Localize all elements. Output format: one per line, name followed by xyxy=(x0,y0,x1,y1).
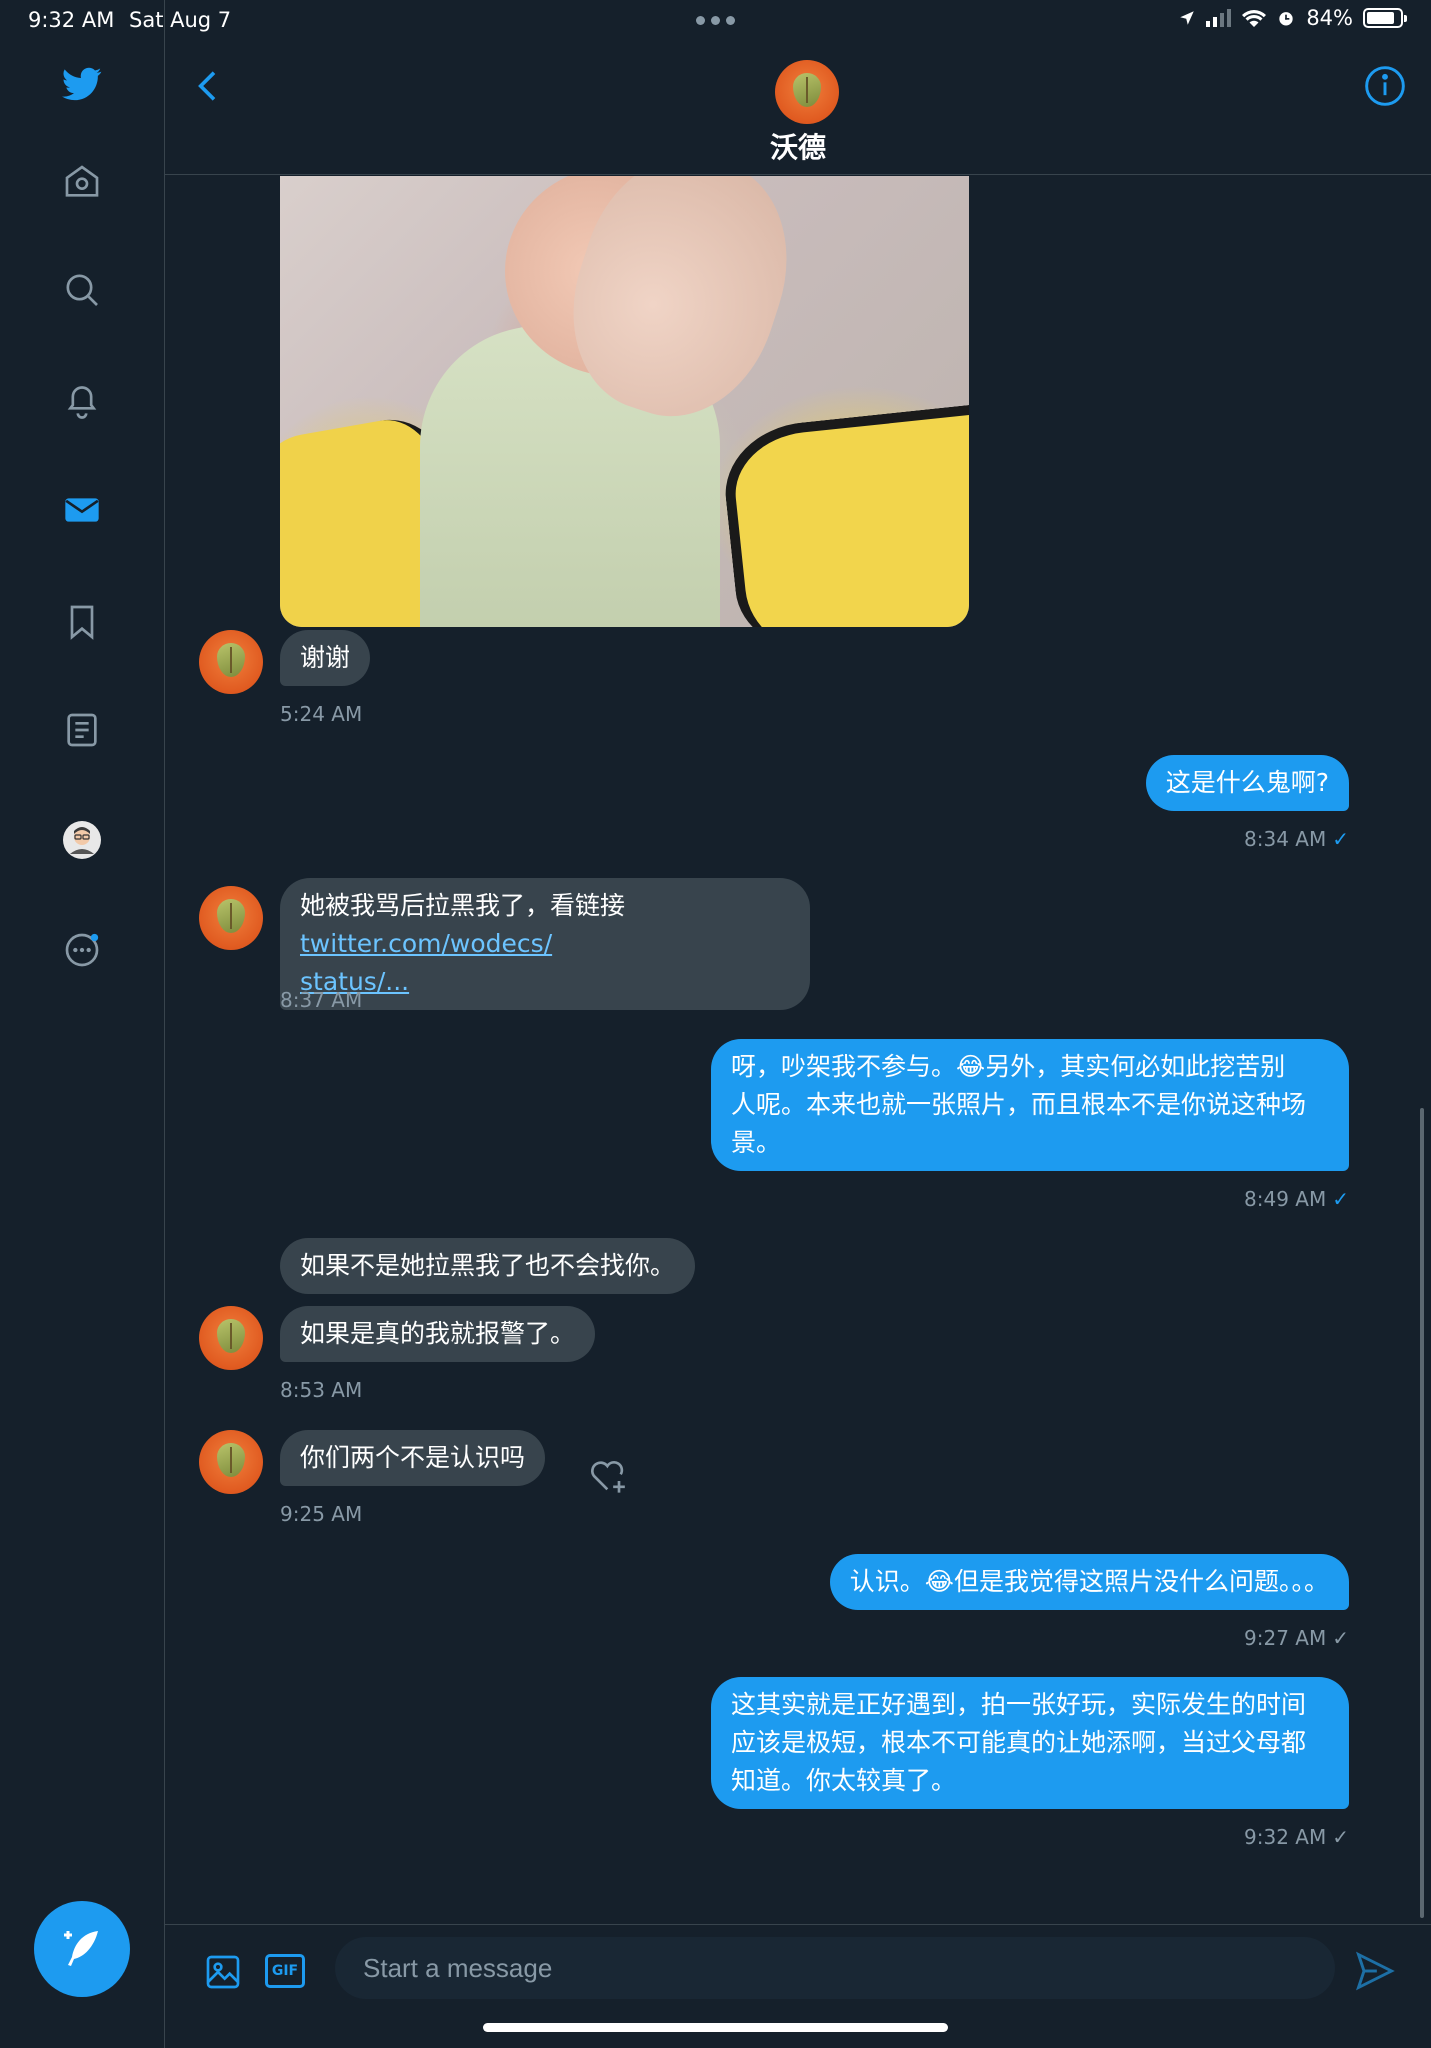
message-timestamp: 8:34 AM ✓ xyxy=(1244,827,1349,851)
message-list[interactable]: 谢谢 5:24 AM 这是什么鬼啊? 8:34 AM ✓ 她被我骂后拉黑我了，看链… xyxy=(165,176,1431,1924)
sender-avatar[interactable] xyxy=(199,630,263,694)
twitter-logo-icon[interactable] xyxy=(58,60,106,108)
message-text: 如果是真的我就报警了。 xyxy=(280,1306,596,1362)
read-check-icon: ✓ xyxy=(1332,1187,1349,1211)
shared-photo[interactable] xyxy=(280,176,969,627)
search-icon[interactable] xyxy=(58,266,106,314)
send-icon[interactable] xyxy=(1353,1949,1397,1993)
message-incoming[interactable]: 如果不是她拉黑我了也不会找你。 xyxy=(280,1238,696,1294)
message-incoming[interactable]: 如果是真的我就报警了。 xyxy=(280,1306,596,1362)
message-timestamp: 8:37 AM xyxy=(280,988,363,1012)
message-text: 如果不是她拉黑我了也不会找你。 xyxy=(280,1238,696,1294)
status-indicators: 84% xyxy=(1178,6,1407,30)
lists-icon[interactable] xyxy=(58,706,106,754)
multitasking-dots-icon[interactable] xyxy=(696,16,735,25)
message-text: 呀，吵架我不参与。😂另外，其实何必如此挖苦别 人呢。本来也就一张照片，而且根本不是… xyxy=(711,1039,1349,1171)
message-outgoing[interactable]: 这是什么鬼啊? xyxy=(1145,755,1349,811)
more-icon[interactable] xyxy=(58,926,106,974)
message-timestamp: 8:49 AM ✓ xyxy=(1244,1187,1349,1211)
message-text: 谢谢 xyxy=(280,630,371,686)
home-indicator[interactable] xyxy=(483,2023,948,2032)
compose-icon xyxy=(64,1931,98,1966)
sender-avatar[interactable] xyxy=(199,1306,263,1370)
bookmark-icon[interactable] xyxy=(58,598,106,646)
message-timestamp: 5:24 AM xyxy=(280,702,363,726)
message-text: 这其实就是正好遇到，拍一张好玩，实际发生的时间 应该是极短，根本不可能真的让她添啊… xyxy=(711,1677,1349,1809)
sender-avatar[interactable] xyxy=(199,886,263,950)
sent-check-icon: ✓ xyxy=(1332,1825,1349,1849)
bell-icon[interactable] xyxy=(58,376,106,424)
conversation-header: 沃德 xyxy=(165,44,1431,175)
message-outgoing[interactable]: 认识。😂但是我觉得这照片没什么问题。。。 xyxy=(829,1554,1349,1610)
message-text: 你们两个不是认识吗 xyxy=(280,1430,546,1486)
message-timestamp: 9:32 AM ✓ xyxy=(1244,1825,1349,1849)
message-input[interactable] xyxy=(335,1937,1335,1999)
alarm-icon xyxy=(1279,12,1293,26)
mail-icon[interactable] xyxy=(58,486,106,534)
battery-icon xyxy=(1363,8,1407,28)
message-timestamp: 9:27 AM ✓ xyxy=(1244,1626,1349,1650)
status-bar: 9:32 AM Sat Aug 7 84% xyxy=(0,0,1431,44)
scrollbar[interactable] xyxy=(1420,1108,1424,1918)
battery-percent: 84% xyxy=(1306,6,1353,30)
sender-avatar[interactable] xyxy=(199,1430,263,1494)
message-text: 认识。😂但是我觉得这照片没什么问题。。。 xyxy=(829,1554,1349,1610)
message-timestamp: 8:53 AM xyxy=(280,1378,363,1402)
contact-name[interactable]: 沃德 xyxy=(165,126,1431,166)
back-icon[interactable] xyxy=(189,64,229,108)
profile-avatar[interactable] xyxy=(58,816,106,864)
message-timestamp: 9:25 AM xyxy=(280,1502,363,1526)
message-outgoing[interactable]: 这其实就是正好遇到，拍一张好玩，实际发生的时间 应该是极短，根本不可能真的让她添啊… xyxy=(711,1677,1349,1809)
heart-add-icon[interactable] xyxy=(587,1456,631,1496)
gif-icon[interactable]: GIF xyxy=(265,1954,305,1988)
cellular-icon xyxy=(1206,9,1232,27)
message-incoming[interactable]: 谢谢 xyxy=(280,630,371,686)
compose-button[interactable] xyxy=(34,1901,130,1997)
info-icon[interactable] xyxy=(1363,64,1407,108)
home-icon[interactable] xyxy=(58,158,106,206)
tweet-link[interactable]: twitter.com/wodecs/ xyxy=(300,929,552,958)
message-outgoing[interactable]: 呀，吵架我不参与。😂另外，其实何必如此挖苦别 人呢。本来也就一张照片，而且根本不是… xyxy=(711,1039,1349,1171)
wifi-icon xyxy=(1242,10,1267,27)
contact-avatar[interactable] xyxy=(775,60,839,124)
read-check-icon: ✓ xyxy=(1332,827,1349,851)
message-text: 这是什么鬼啊? xyxy=(1145,755,1349,811)
location-icon xyxy=(1180,11,1195,25)
sidebar xyxy=(0,0,165,2048)
image-icon[interactable] xyxy=(203,1952,243,1992)
sent-check-icon: ✓ xyxy=(1332,1626,1349,1650)
message-incoming[interactable]: 你们两个不是认识吗 xyxy=(280,1430,546,1486)
